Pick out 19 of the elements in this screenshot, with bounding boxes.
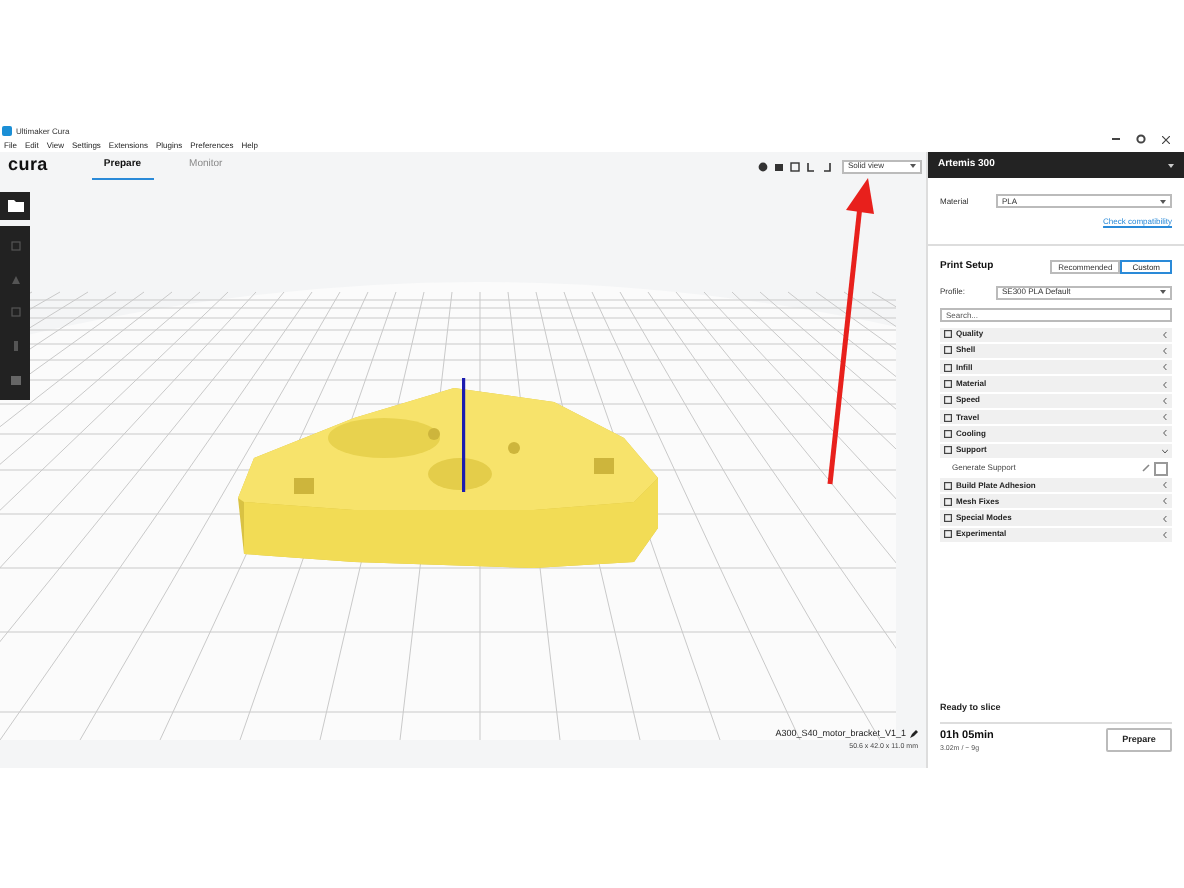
- pencil-icon[interactable]: [910, 730, 918, 739]
- chevron-left-icon: [1162, 364, 1168, 371]
- app-logo-icon: [2, 126, 12, 136]
- chevron-left-icon: [1162, 498, 1168, 505]
- chevron-left-icon: [1162, 482, 1168, 489]
- chevron-left-icon: [1162, 414, 1168, 421]
- close-icon[interactable]: [1162, 135, 1170, 143]
- chevron-left-icon: [1162, 347, 1168, 354]
- chevron-left-icon: [1162, 430, 1168, 437]
- checkbox[interactable]: [1154, 461, 1168, 476]
- chevron-left-icon: [1162, 397, 1168, 404]
- link-icon: [1142, 464, 1150, 473]
- open-file-button[interactable]: [0, 192, 30, 220]
- cura-logo: cura: [8, 152, 48, 179]
- folder-icon: [7, 200, 23, 212]
- chevron-left-icon: [1162, 531, 1168, 538]
- chevron-left-icon: [1162, 381, 1168, 388]
- chevron-left-icon: [1162, 515, 1168, 522]
- chevron-left-icon: [1162, 331, 1168, 338]
